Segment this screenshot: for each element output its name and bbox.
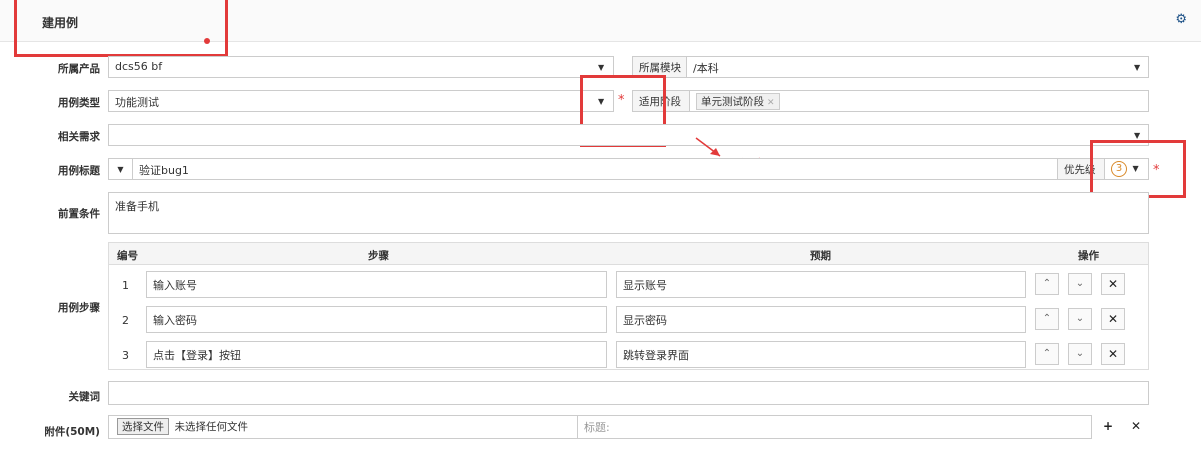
- attach-status: 未选择任何文件: [174, 421, 249, 433]
- expect-input[interactable]: 跳转登录界面: [616, 341, 1026, 368]
- caret-down-icon: ▼: [117, 165, 124, 174]
- move-down-button[interactable]: ⌄: [1068, 273, 1092, 295]
- req-select[interactable]: [108, 124, 1149, 146]
- header-no: 编号: [117, 250, 138, 262]
- choose-file-button[interactable]: 选择文件: [117, 418, 169, 435]
- title-label: 用例标题: [58, 165, 100, 177]
- step-input[interactable]: 输入账号: [146, 271, 607, 298]
- chevron-down-icon: ▼: [598, 63, 605, 72]
- annotation-box-priority: [1090, 140, 1186, 198]
- precond-value: 准备手机: [115, 200, 159, 213]
- annotation-dot: [204, 38, 210, 44]
- title-color-picker[interactable]: ▼: [108, 158, 133, 180]
- move-up-button[interactable]: ⌃: [1035, 273, 1059, 295]
- step-text: 输入密码: [153, 314, 197, 327]
- type-select[interactable]: 功能测试: [108, 90, 614, 112]
- delete-step-button[interactable]: ✕: [1101, 308, 1125, 330]
- attach-title-placeholder: 标题:: [584, 421, 610, 434]
- keywords-label: 关键词: [68, 391, 101, 403]
- step-no: 3: [122, 349, 129, 362]
- type-value: 功能测试: [115, 96, 159, 109]
- precond-label: 前置条件: [58, 208, 100, 220]
- title-input[interactable]: 验证bug1: [132, 158, 1058, 180]
- module-label-text: 所属模块: [639, 62, 681, 74]
- stage-tag[interactable]: 单元测试阶段 ✕: [696, 93, 780, 110]
- product-value: dcs56 bf: [115, 60, 163, 73]
- expect-text: 显示密码: [623, 314, 667, 327]
- expect-text: 跳转登录界面: [623, 349, 689, 362]
- step-text: 输入账号: [153, 279, 197, 292]
- expect-text: 显示账号: [623, 279, 667, 292]
- delete-step-button[interactable]: ✕: [1101, 343, 1125, 365]
- step-text: 点击【登录】按钮: [153, 349, 241, 362]
- step-no: 2: [122, 314, 129, 327]
- add-file-button[interactable]: +: [1096, 416, 1120, 438]
- keywords-input[interactable]: [108, 381, 1149, 405]
- product-select[interactable]: dcs56 bf: [108, 56, 614, 78]
- move-down-button[interactable]: ⌄: [1068, 343, 1092, 365]
- req-label: 相关需求: [58, 131, 100, 143]
- attach-row: 选择文件 未选择任何文件: [108, 415, 578, 439]
- move-up-button[interactable]: ⌃: [1035, 343, 1059, 365]
- step-no: 1: [122, 279, 129, 292]
- move-up-button[interactable]: ⌃: [1035, 308, 1059, 330]
- chevron-down-icon: ▼: [1134, 63, 1141, 72]
- steps-header-row: [109, 243, 1148, 265]
- precond-textarea[interactable]: 准备手机: [108, 192, 1149, 234]
- header-expect: 预期: [810, 250, 831, 262]
- move-down-button[interactable]: ⌄: [1068, 308, 1092, 330]
- remove-file-button[interactable]: ✕: [1124, 416, 1148, 438]
- steps-label: 用例步骤: [58, 302, 100, 314]
- step-input[interactable]: 输入密码: [146, 306, 607, 333]
- stage-tag-label: 单元测试阶段: [701, 96, 764, 108]
- annotation-box-title: [14, 0, 228, 57]
- module-value: /本科: [693, 62, 719, 75]
- product-label: 所属产品: [58, 63, 100, 75]
- stage-multiselect[interactable]: 单元测试阶段 ✕: [689, 90, 1149, 112]
- attach-label: 附件(50M): [44, 426, 100, 438]
- expect-input[interactable]: 显示密码: [616, 306, 1026, 333]
- title-value: 验证bug1: [139, 164, 189, 177]
- step-input[interactable]: 点击【登录】按钮: [146, 341, 607, 368]
- chevron-down-icon: ▼: [1134, 131, 1141, 140]
- type-label: 用例类型: [58, 97, 100, 109]
- expect-input[interactable]: 显示账号: [616, 271, 1026, 298]
- header-op: 操作: [1078, 250, 1099, 262]
- header-step: 步骤: [368, 250, 389, 262]
- delete-step-button[interactable]: ✕: [1101, 273, 1125, 295]
- close-icon[interactable]: ✕: [767, 98, 775, 108]
- attach-title-input[interactable]: 标题:: [577, 415, 1092, 439]
- gear-icon[interactable]: ⚙: [1175, 12, 1187, 27]
- module-select[interactable]: /本科: [686, 56, 1149, 78]
